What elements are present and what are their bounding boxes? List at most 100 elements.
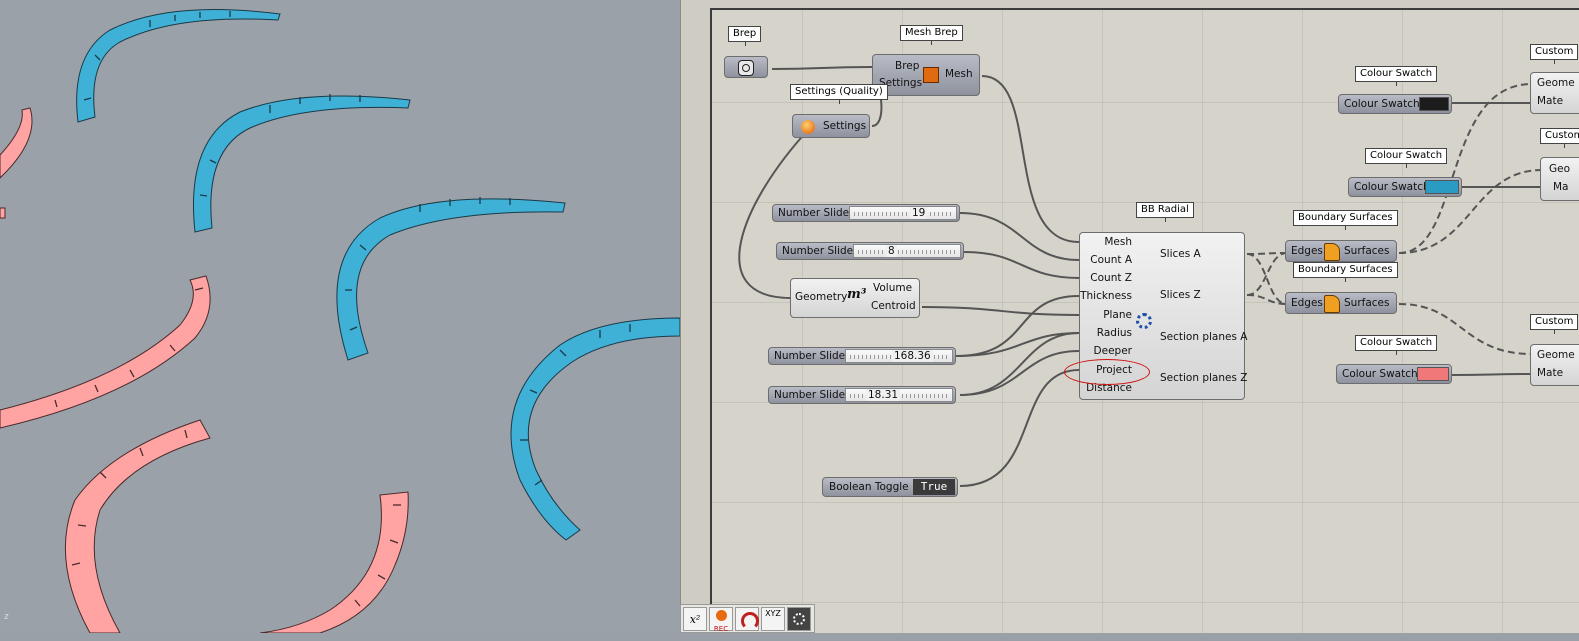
world-axis-indicator: z xyxy=(4,612,9,622)
toggle-label: Boolean Toggle xyxy=(829,481,909,493)
boundary-output-surfaces[interactable]: Surfaces xyxy=(1344,297,1389,309)
wire-slicesa-edges2 xyxy=(1246,253,1288,305)
slider-value: 168.36 xyxy=(892,350,933,362)
number-slider-thickness[interactable]: Number Slider 168.36 xyxy=(768,347,956,365)
settings-param[interactable]: Settings xyxy=(792,114,870,138)
viewport-geometry xyxy=(0,9,680,633)
swatch-label: Colour Swatch xyxy=(1344,98,1420,110)
expression-icon[interactable]: x² xyxy=(683,607,707,631)
custom-input-geometry[interactable]: Geome xyxy=(1537,77,1575,89)
custom-input-geometry[interactable]: Geo xyxy=(1549,163,1570,175)
settings-tag: Settings (Quality) xyxy=(790,84,888,104)
boundary-icon xyxy=(1324,295,1340,313)
colour-swatch-2[interactable]: Colour Swatch xyxy=(1348,177,1462,197)
rhino-viewport[interactable]: z xyxy=(0,0,680,633)
wire-s3-radius xyxy=(955,332,1080,357)
bb-input-deeper[interactable]: Deeper xyxy=(1094,345,1132,357)
bb-input-thickness[interactable]: Thickness xyxy=(1080,290,1132,302)
bb-output-slices-z[interactable]: Slices Z xyxy=(1160,289,1201,301)
slider-value: 19 xyxy=(910,207,928,219)
wire-s2-countz xyxy=(963,251,1080,279)
custom-input-material[interactable]: Mate xyxy=(1537,95,1563,107)
settings-label: Settings xyxy=(823,120,867,132)
bb-input-count-z[interactable]: Count Z xyxy=(1090,272,1132,284)
custom-input-geometry[interactable]: Geome xyxy=(1537,349,1575,361)
volume-output-volume[interactable]: Volume xyxy=(873,282,912,294)
bb-input-count-a[interactable]: Count A xyxy=(1090,254,1132,266)
boundary-tag-1: Boundary Surfaces xyxy=(1293,210,1398,230)
swatch-label: Colour Swatch xyxy=(1354,181,1430,193)
wire-s4-deeper xyxy=(959,350,1080,396)
number-slider-count-a[interactable]: Number Slider 19 xyxy=(772,204,960,222)
bb-radial-tag: BB Radial xyxy=(1136,202,1194,222)
blue-arc-3 xyxy=(336,198,566,361)
bb-input-radius[interactable]: Radius xyxy=(1097,327,1132,339)
pink-rect xyxy=(0,207,6,219)
wire-centroid-plane xyxy=(921,306,1080,316)
wire-slicesz-edges2 xyxy=(1246,252,1288,296)
swatch-color[interactable] xyxy=(1419,97,1449,111)
toggle-value[interactable]: True xyxy=(913,479,955,495)
number-slider-radius[interactable]: Number Slider 18.31 xyxy=(768,386,956,404)
gear-icon[interactable] xyxy=(787,607,811,631)
custom-preview-1[interactable]: Geome Mate xyxy=(1530,72,1579,114)
number-slider-count-z[interactable]: Number Slider 8 xyxy=(776,242,964,260)
magnet-icon[interactable] xyxy=(735,607,759,631)
wire-s3-thickness xyxy=(955,295,1080,357)
swatch-color[interactable] xyxy=(1425,180,1459,194)
colour-swatch-1[interactable]: Colour Swatch xyxy=(1338,94,1452,114)
record-icon[interactable]: REC xyxy=(709,607,733,633)
custom-input-material[interactable]: Mate xyxy=(1537,367,1563,379)
slider-track[interactable]: 18.31 xyxy=(845,388,953,402)
boundary-tag-2: Boundary Surfaces xyxy=(1293,262,1398,282)
wire-s1-counta xyxy=(959,212,1080,261)
bb-input-mesh[interactable]: Mesh xyxy=(1104,236,1132,248)
slider-track[interactable]: 19 xyxy=(849,206,957,220)
bb-output-section-planes-z[interactable]: Section planes Z xyxy=(1160,372,1247,384)
colour-swatch-3[interactable]: Colour Swatch xyxy=(1336,364,1452,384)
slider-track[interactable]: 168.36 xyxy=(845,349,953,363)
custom-preview-2[interactable]: Geo Ma xyxy=(1540,157,1579,201)
brep-tag: Brep xyxy=(728,26,762,46)
custom-input-material[interactable]: Ma xyxy=(1553,181,1569,193)
slider-value: 8 xyxy=(886,245,897,257)
bb-output-section-planes-a[interactable]: Section planes A xyxy=(1160,331,1247,343)
bb-input-plane[interactable]: Plane xyxy=(1103,309,1132,321)
panel-splitter[interactable] xyxy=(680,0,711,633)
mesh-brep-output-mesh[interactable]: Mesh xyxy=(945,68,973,80)
volume-component[interactable]: Geometry m³ Volume Centroid xyxy=(790,278,920,318)
blue-arc-2 xyxy=(192,95,411,233)
brep-param[interactable] xyxy=(724,56,768,78)
settings-icon xyxy=(801,120,815,134)
pink-arc-2 xyxy=(0,275,211,429)
boundary-output-surfaces[interactable]: Surfaces xyxy=(1344,245,1389,257)
pink-arc-1 xyxy=(0,107,33,179)
boundary-surfaces-1[interactable]: Edges Surfaces xyxy=(1285,240,1397,262)
xyz-icon[interactable]: XYZ xyxy=(761,607,785,631)
slider-track[interactable]: 8 xyxy=(853,244,961,258)
wire-toggle-project xyxy=(959,369,1080,487)
volume-output-centroid[interactable]: Centroid xyxy=(871,300,916,312)
brep-icon xyxy=(738,60,754,76)
swatch-color[interactable] xyxy=(1417,367,1449,381)
mesh-brep-input-brep[interactable]: Brep xyxy=(895,60,919,72)
boundary-icon xyxy=(1324,243,1340,261)
custom-preview-3[interactable]: Geome Mate xyxy=(1530,344,1579,386)
swatch-label: Colour Swatch xyxy=(1342,368,1418,380)
boolean-toggle[interactable]: Boolean Toggle True xyxy=(822,477,958,497)
blue-arc-4 xyxy=(510,317,680,541)
custom-preview-tag-1: Custom xyxy=(1530,44,1579,64)
grasshopper-canvas[interactable]: Brep Mesh Brep Brep Settings Mesh Settin… xyxy=(710,8,1579,633)
slider-label: Number Slider xyxy=(778,207,854,219)
project-annotation-circle xyxy=(1064,359,1150,385)
boundary-input-edges[interactable]: Edges xyxy=(1291,245,1323,257)
wire-brep-mesh xyxy=(771,66,873,70)
volume-input-geometry[interactable]: Geometry xyxy=(795,291,847,303)
mesh-brep-component[interactable]: Brep Settings Mesh xyxy=(872,54,980,96)
bb-output-slices-a[interactable]: Slices A xyxy=(1160,248,1201,260)
custom-preview-tag-2: Custom xyxy=(1540,128,1579,148)
pink-arc-4 xyxy=(259,491,409,633)
boundary-surfaces-2[interactable]: Edges Surfaces xyxy=(1285,292,1397,314)
blue-arc-1 xyxy=(76,9,281,123)
boundary-input-edges[interactable]: Edges xyxy=(1291,297,1323,309)
